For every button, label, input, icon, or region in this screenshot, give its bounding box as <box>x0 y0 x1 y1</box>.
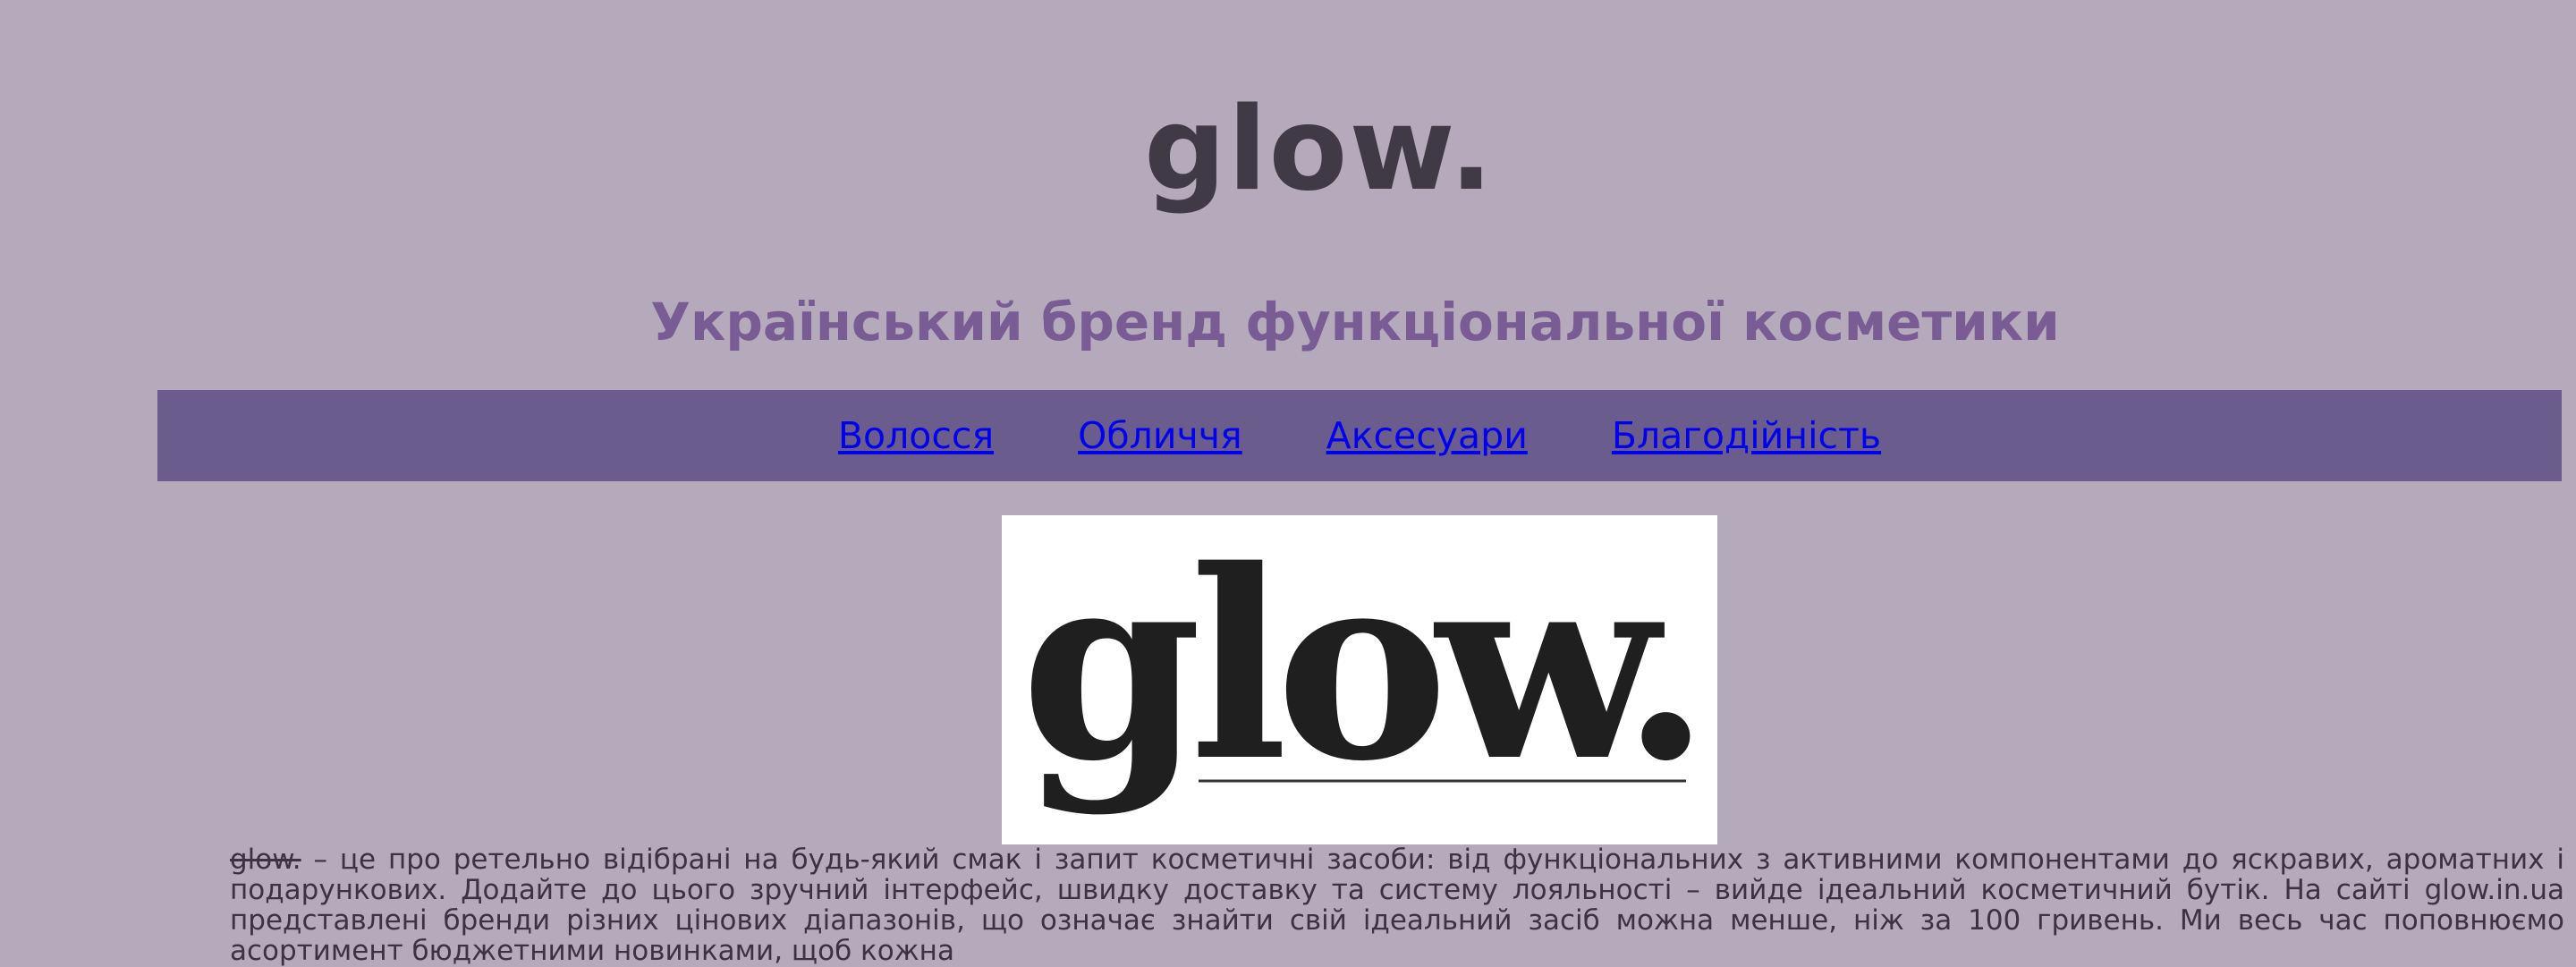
main-nav: Волосся Обличчя Аксесуари Благодійність <box>157 390 2562 481</box>
logo-graphic: glow. <box>1021 515 1711 819</box>
intro-brand-name: glow. <box>230 844 301 876</box>
nav-link-accessories[interactable]: Аксесуари <box>1326 414 1528 457</box>
site-title: glow. <box>1143 83 1496 216</box>
intro-text: – це про ретельно відібрані на будь-який… <box>230 844 2564 967</box>
brand-logo-image: glow. <box>1002 515 1717 844</box>
site-subtitle: Український бренд функціональної космети… <box>650 292 2060 352</box>
nav-link-charity[interactable]: Благодійність <box>1612 414 1881 457</box>
logo-wordmark: glow. <box>1021 515 1699 819</box>
nav-link-face[interactable]: Обличчя <box>1078 414 1242 457</box>
nav-link-hair[interactable]: Волосся <box>838 414 994 457</box>
